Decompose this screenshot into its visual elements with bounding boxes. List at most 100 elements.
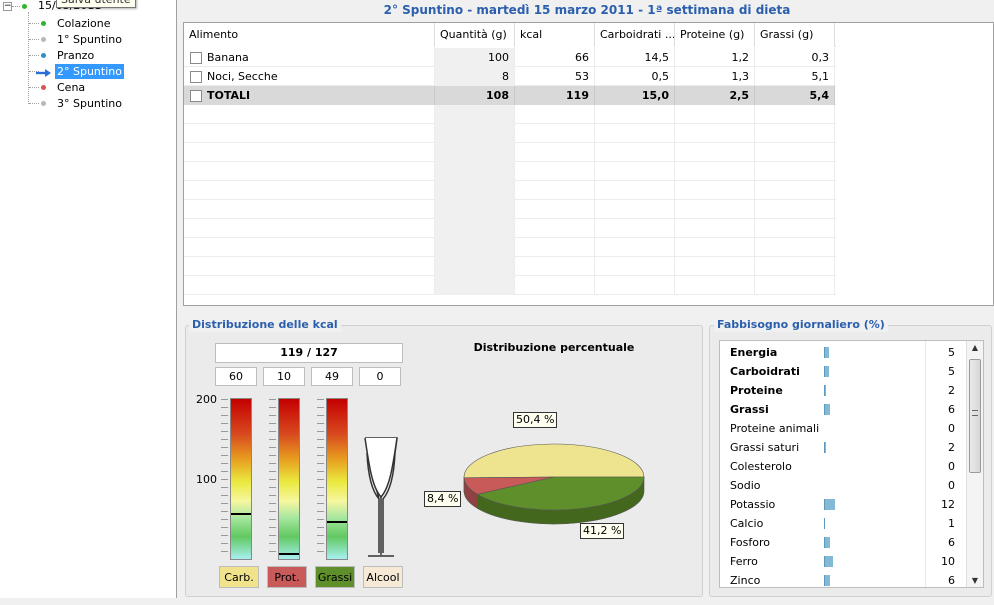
tube-label: Grassi xyxy=(315,566,355,588)
scroll-up-icon[interactable]: ▲ xyxy=(967,343,983,352)
column-header[interactable]: Proteine (g) xyxy=(675,23,755,47)
requirement-row[interactable]: Fosforo 6 xyxy=(720,533,965,552)
requirement-row[interactable]: Carboidrati 5 xyxy=(720,362,965,381)
daily-requirement-list[interactable]: Energia 5 Carboidrati 5 Proteine 2 Grassi 6 Prot… xyxy=(719,340,984,588)
save-user-tooltip: Salva utente xyxy=(56,0,136,8)
tree-item-3[interactable]: 2° Spuntino xyxy=(0,64,177,79)
empty-cell xyxy=(184,257,435,276)
empty-row xyxy=(184,219,836,238)
requirement-name: Grassi xyxy=(730,403,769,416)
empty-cell xyxy=(755,257,835,276)
empty-cell xyxy=(595,276,675,295)
requirement-row[interactable]: Potassio 12 xyxy=(720,495,965,514)
totals-row[interactable]: TOTALI 108 119 15,0 2,5 5,4 xyxy=(184,86,836,105)
meal-status-icon xyxy=(41,85,46,90)
empty-cell xyxy=(184,105,435,124)
requirement-row[interactable]: Calcio 1 xyxy=(720,514,965,533)
column-separator xyxy=(925,341,926,587)
requirement-name: Ferro xyxy=(730,555,758,568)
empty-cell xyxy=(595,162,675,181)
tree-item-label: Colazione xyxy=(57,17,111,30)
empty-cell xyxy=(515,257,595,276)
tree-item-label: 1° Spuntino xyxy=(57,33,122,46)
empty-cell xyxy=(675,143,755,162)
empty-cell xyxy=(755,124,835,143)
tree-item-5[interactable]: 3° Spuntino xyxy=(0,96,177,111)
empty-row xyxy=(184,105,836,124)
table-cell: 5,4 xyxy=(755,86,835,105)
requirement-row[interactable]: Grassi saturi 2 xyxy=(720,438,965,457)
requirement-bar xyxy=(824,575,830,586)
requirement-name: Sodio xyxy=(730,479,761,492)
selected-arrow-icon xyxy=(36,67,52,77)
requirement-bar xyxy=(824,556,833,567)
tree-item-0[interactable]: Colazione xyxy=(0,16,177,31)
requirement-row[interactable]: Energia 5 xyxy=(720,343,965,362)
meal-tree: − 15/03/2011 Salva utente Colazione1° Sp… xyxy=(0,0,177,598)
scroll-down-icon[interactable]: ▼ xyxy=(967,576,983,585)
collapse-toggle[interactable]: − xyxy=(3,2,12,11)
requirement-value: 6 xyxy=(948,536,955,549)
empty-cell xyxy=(755,143,835,162)
requirement-bar xyxy=(824,366,829,377)
table-cell: 5,1 xyxy=(755,67,835,86)
table-cell: 53 xyxy=(515,67,595,86)
requirement-row[interactable]: Proteine 2 xyxy=(720,381,965,400)
tree-item-label: Pranzo xyxy=(57,49,95,62)
row-checkbox[interactable] xyxy=(190,90,202,102)
column-header[interactable]: Quantità (g) xyxy=(435,23,515,47)
requirement-value: 2 xyxy=(948,441,955,454)
table-row[interactable]: Noci, Secche 8 53 0,5 1,3 5,1 xyxy=(184,67,836,86)
requirement-bar xyxy=(824,518,825,529)
row-checkbox[interactable] xyxy=(190,71,202,83)
daily-requirement-title: Fabbisogno giornaliero (%) xyxy=(714,318,888,332)
requirement-row[interactable]: Ferro 10 xyxy=(720,552,965,571)
requirement-row[interactable]: Grassi 6 xyxy=(720,400,965,419)
empty-cell xyxy=(184,162,435,181)
column-header[interactable]: Alimento xyxy=(184,23,435,47)
table-cell: 0,3 xyxy=(755,48,835,67)
empty-cell xyxy=(515,200,595,219)
table-cell: 108 xyxy=(435,86,515,105)
requirement-row[interactable]: Sodio 0 xyxy=(720,476,965,495)
requirement-row[interactable]: Zinco 6 xyxy=(720,571,965,587)
requirement-value: 0 xyxy=(948,460,955,473)
empty-cell xyxy=(435,143,515,162)
empty-cell xyxy=(755,238,835,257)
row-checkbox[interactable] xyxy=(190,52,202,64)
pie-chart-title: Distribuzione percentuale xyxy=(473,341,635,354)
pie-label-carb: 50,4 % xyxy=(513,412,558,428)
column-header[interactable]: kcal xyxy=(515,23,595,47)
column-header[interactable]: Grassi (g) xyxy=(755,23,835,47)
empty-cell xyxy=(184,238,435,257)
empty-row xyxy=(184,124,836,143)
empty-cell xyxy=(515,219,595,238)
empty-row xyxy=(184,200,836,219)
requirement-value: 1 xyxy=(948,517,955,530)
empty-cell xyxy=(595,200,675,219)
empty-cell xyxy=(595,124,675,143)
tree-item-4[interactable]: Cena xyxy=(0,80,177,95)
tree-item-1[interactable]: 1° Spuntino xyxy=(0,32,177,47)
empty-cell xyxy=(435,276,515,295)
vertical-scrollbar[interactable]: ▲ ▼ xyxy=(966,341,983,587)
empty-cell xyxy=(435,200,515,219)
empty-cell xyxy=(184,143,435,162)
table-cell: 119 xyxy=(515,86,595,105)
empty-cell xyxy=(435,219,515,238)
kcal-tube xyxy=(278,398,300,560)
empty-cell xyxy=(595,219,675,238)
table-row[interactable]: Banana 100 66 14,5 1,2 0,3 xyxy=(184,48,836,67)
requirement-row[interactable]: Proteine animali 0 xyxy=(720,419,965,438)
requirement-name: Colesterolo xyxy=(730,460,792,473)
requirement-name: Zinco xyxy=(730,574,761,587)
empty-row xyxy=(184,276,836,295)
requirement-bar xyxy=(824,404,830,415)
kcal-distribution-title: Distribuzione delle kcal xyxy=(189,318,341,332)
requirement-row[interactable]: Colesterolo 0 xyxy=(720,457,965,476)
percentage-pie-chart xyxy=(463,443,645,525)
tree-item-2[interactable]: Pranzo xyxy=(0,48,177,63)
empty-cell xyxy=(675,124,755,143)
column-header[interactable]: Carboidrati ... xyxy=(595,23,675,47)
scroll-thumb[interactable] xyxy=(969,359,981,473)
